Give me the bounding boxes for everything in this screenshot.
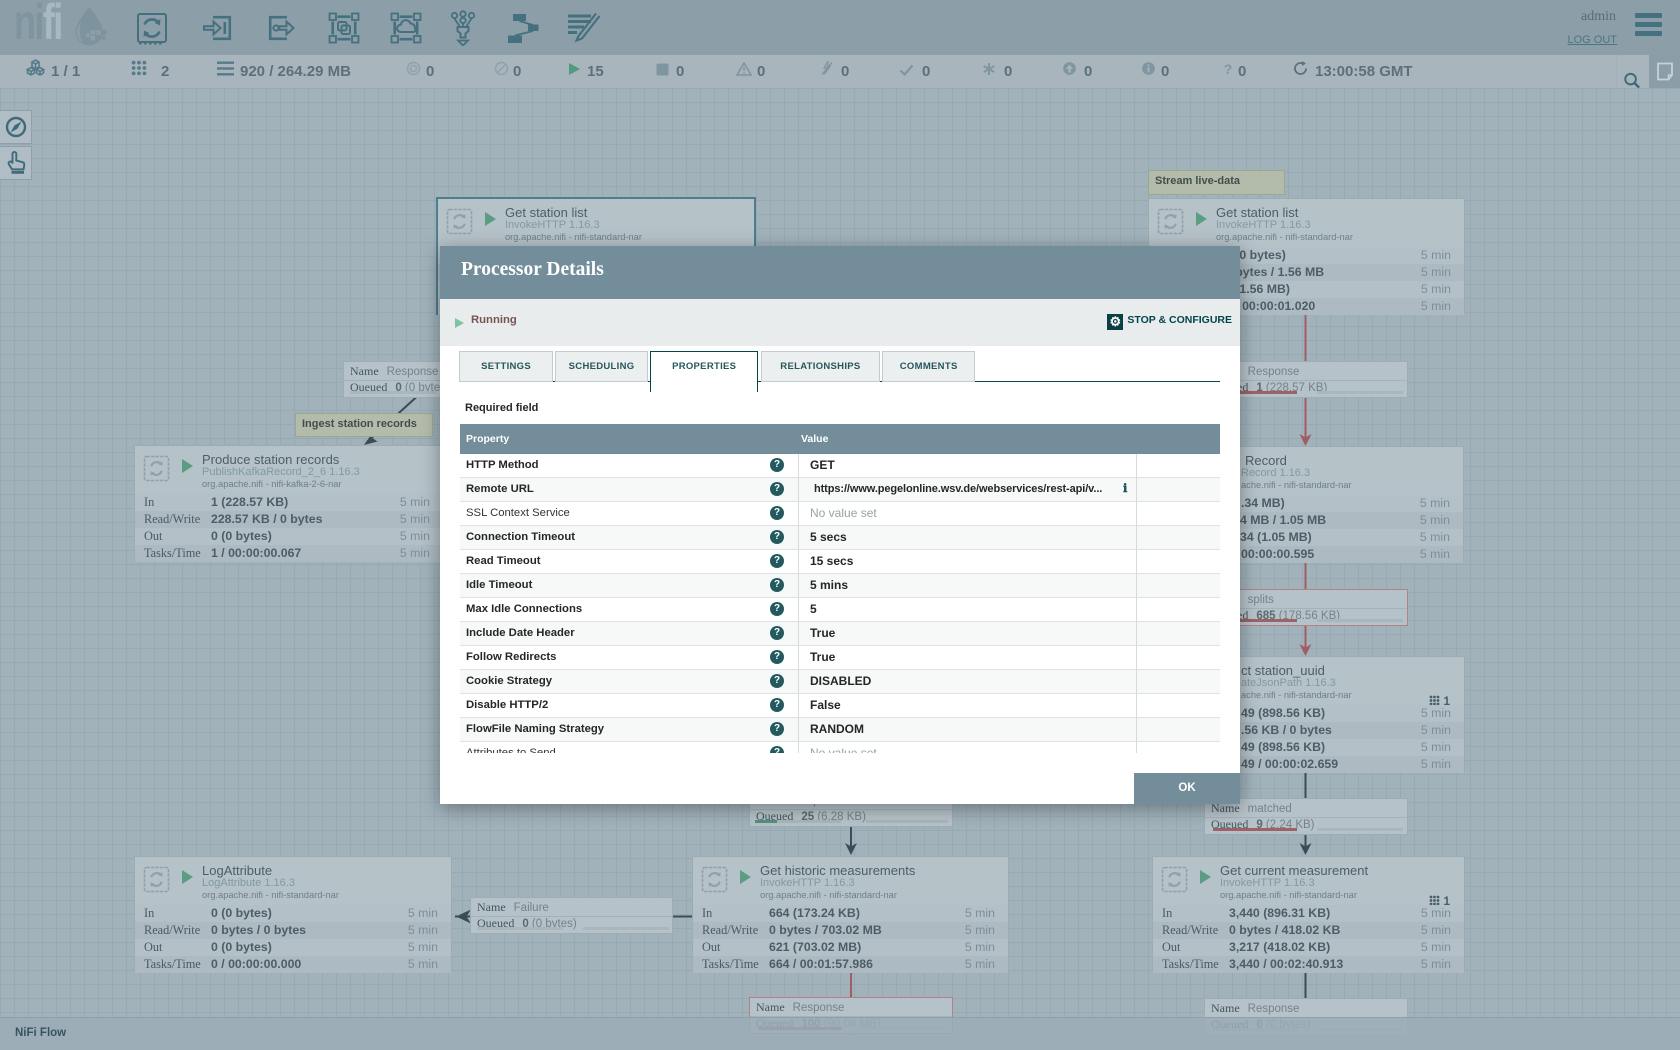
- svg-text:?: ?: [1224, 62, 1233, 76]
